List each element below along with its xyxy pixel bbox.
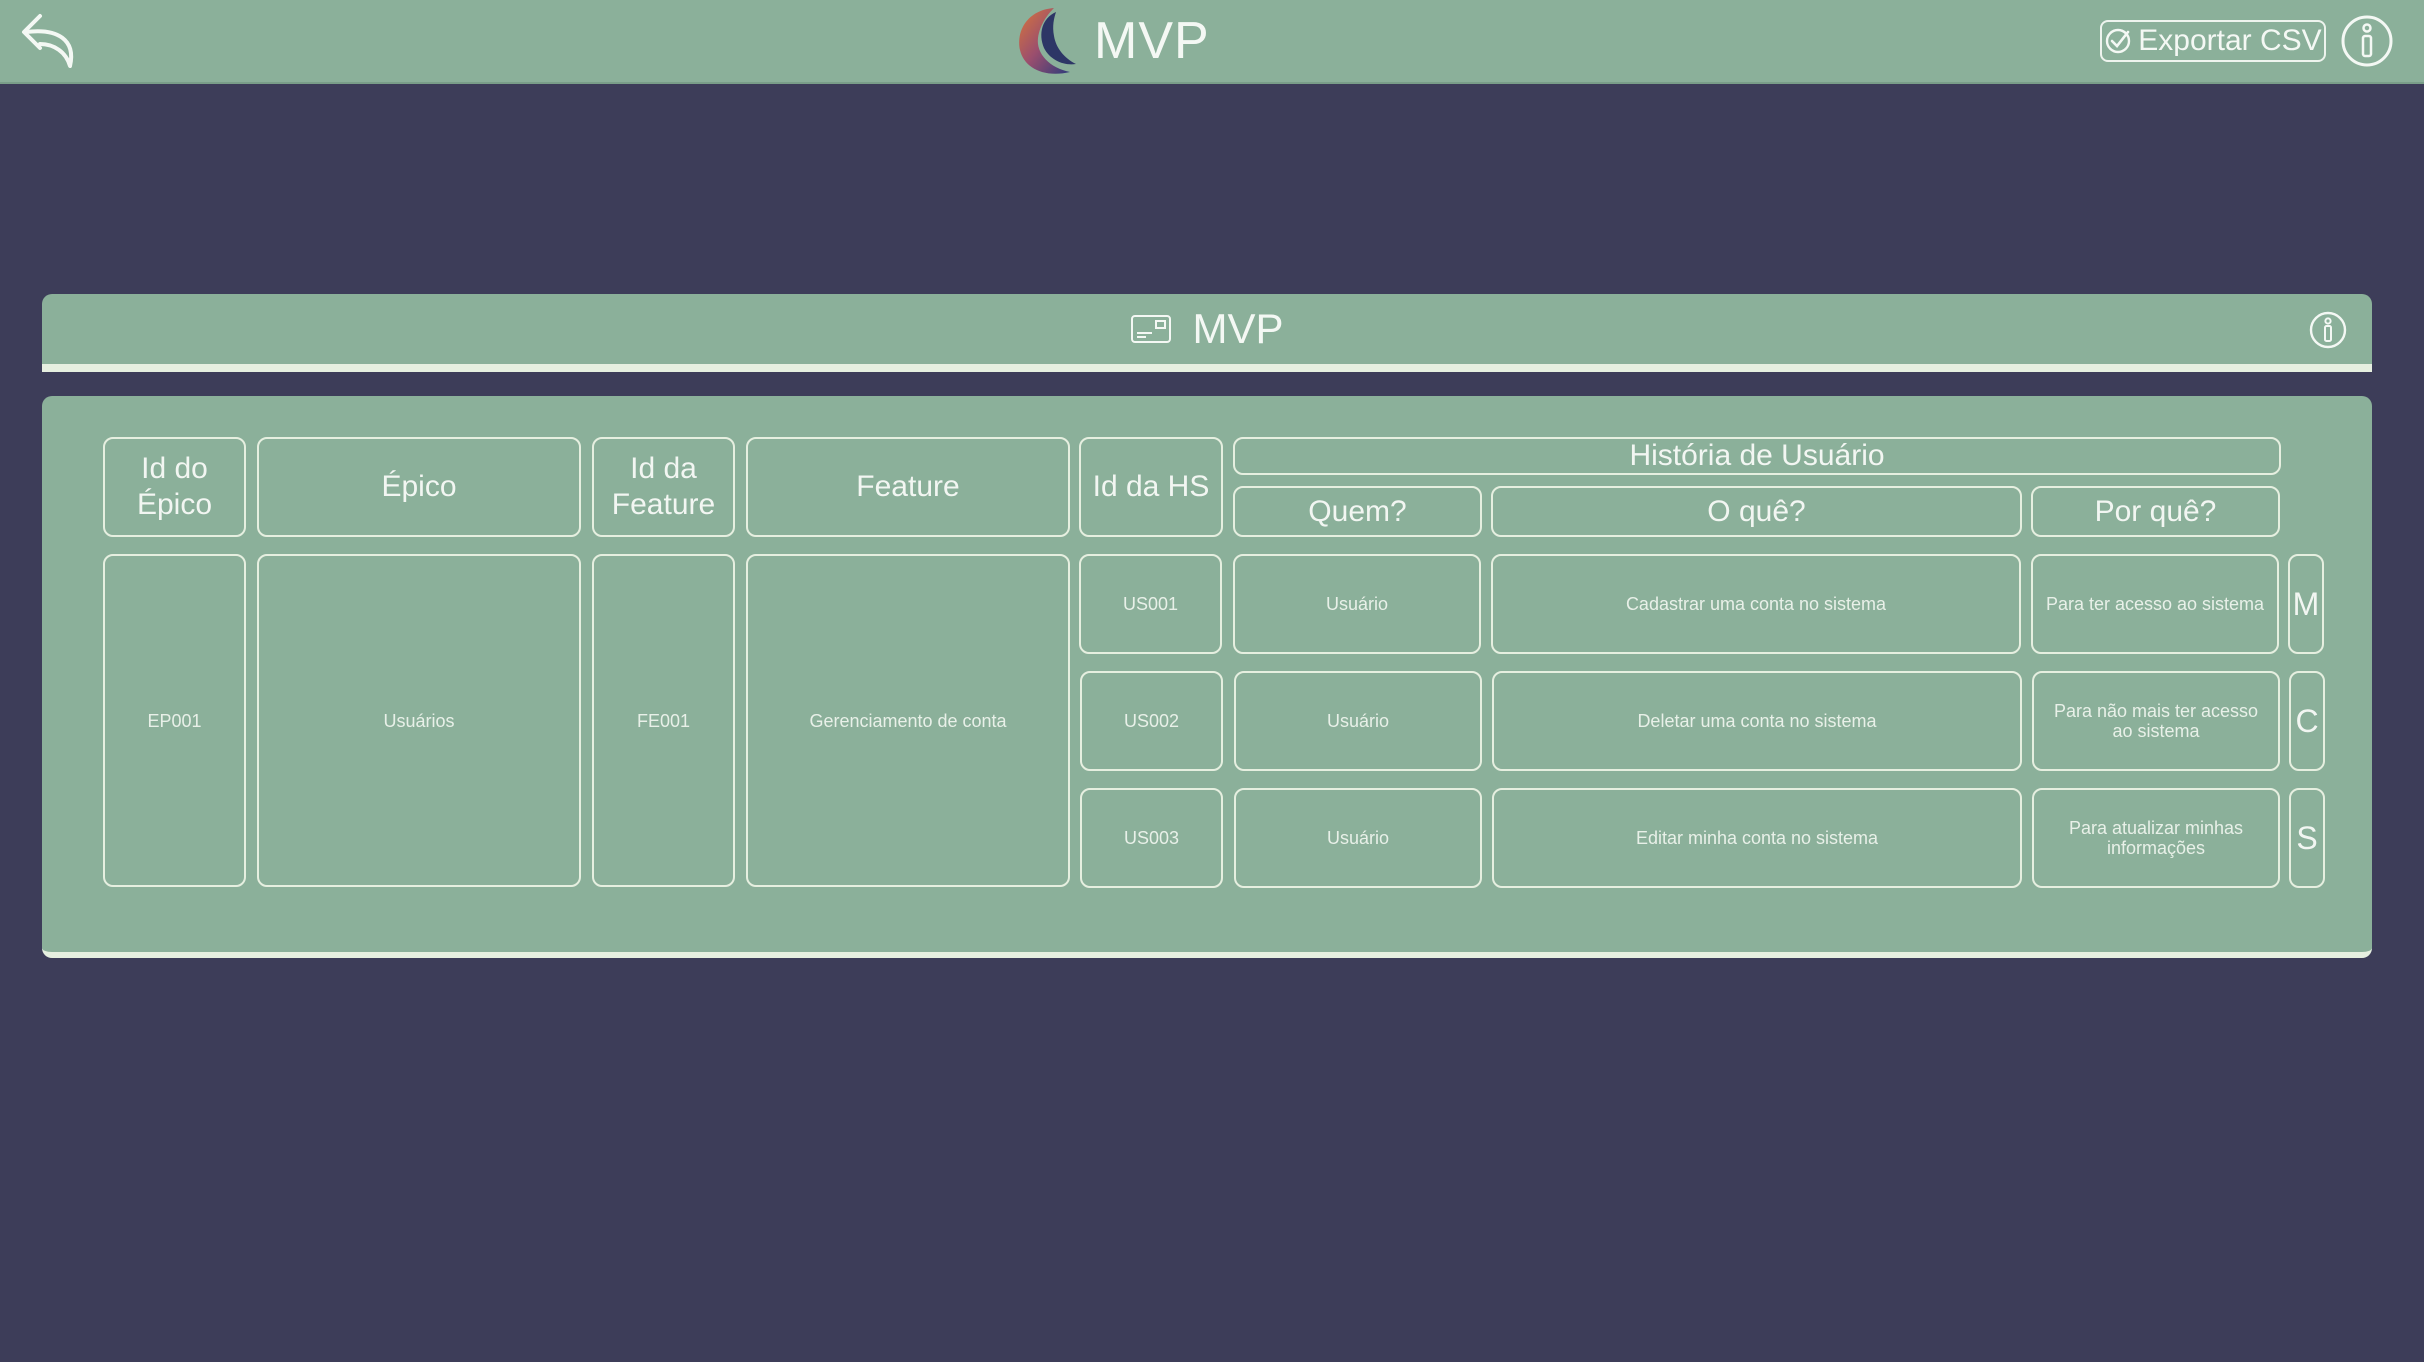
brand: MVP [1014,0,1210,82]
back-button[interactable] [18,10,82,72]
header-feature: Feature [746,437,1070,537]
header-feature-id: Id da Feature [592,437,735,537]
story-priority[interactable]: C [2289,671,2325,771]
cell-epic: Usuários [257,554,581,887]
top-bar: MVP Exportar CSV [0,0,2424,84]
story-id: US002 [1080,671,1223,771]
header-hs-id: Id da HS [1079,437,1223,537]
story-why: Para atualizar minhas informações [2032,788,2280,888]
story-id: US001 [1079,554,1222,654]
header-who: Quem? [1233,486,1482,537]
app-title: MVP [1094,12,1210,70]
section-header: MVP [42,294,2372,372]
crescent-logo [1019,8,1076,74]
story-priority[interactable]: S [2289,788,2325,888]
story-id: US003 [1080,788,1223,888]
check-circle-icon [2106,28,2131,54]
section-help-button[interactable] [2308,310,2348,350]
export-csv-label: Exportar CSV [2138,24,2322,57]
cell-feature: Gerenciamento de conta [746,554,1070,887]
back-arrow-icon [22,14,74,68]
header-why: Por quê? [2031,486,2280,537]
story-who: Usuário [1233,554,1481,654]
story-who: Usuário [1234,671,1482,771]
header-what: O quê? [1491,486,2022,537]
info-icon [2309,311,2347,349]
story-what: Deletar uma conta no sistema [1492,671,2022,771]
cell-feature-id: FE001 [592,554,735,887]
section-title: MVP [1192,305,1284,352]
info-icon [2341,15,2393,67]
header-user-story: História de Usuário [1233,437,2281,475]
export-csv-button[interactable]: Exportar CSV [2100,20,2326,62]
story-why: Para não mais ter acesso ao sistema [2032,671,2280,771]
story-what: Cadastrar uma conta no sistema [1491,554,2021,654]
story-priority[interactable]: M [2288,554,2324,654]
mvp-table-panel: Id do Épico Épico Id da Feature Feature … [42,396,2372,958]
header-epic: Épico [257,437,581,537]
story-what: Editar minha conta no sistema [1492,788,2022,888]
help-button[interactable] [2340,14,2394,68]
header-epic-id: Id do Épico [103,437,246,537]
cell-epic-id: EP001 [103,554,246,887]
section-title-group: MVP [42,294,2372,364]
story-who: Usuário [1234,788,1482,888]
card-icon [1131,315,1172,343]
story-why: Para ter acesso ao sistema [2031,554,2279,654]
